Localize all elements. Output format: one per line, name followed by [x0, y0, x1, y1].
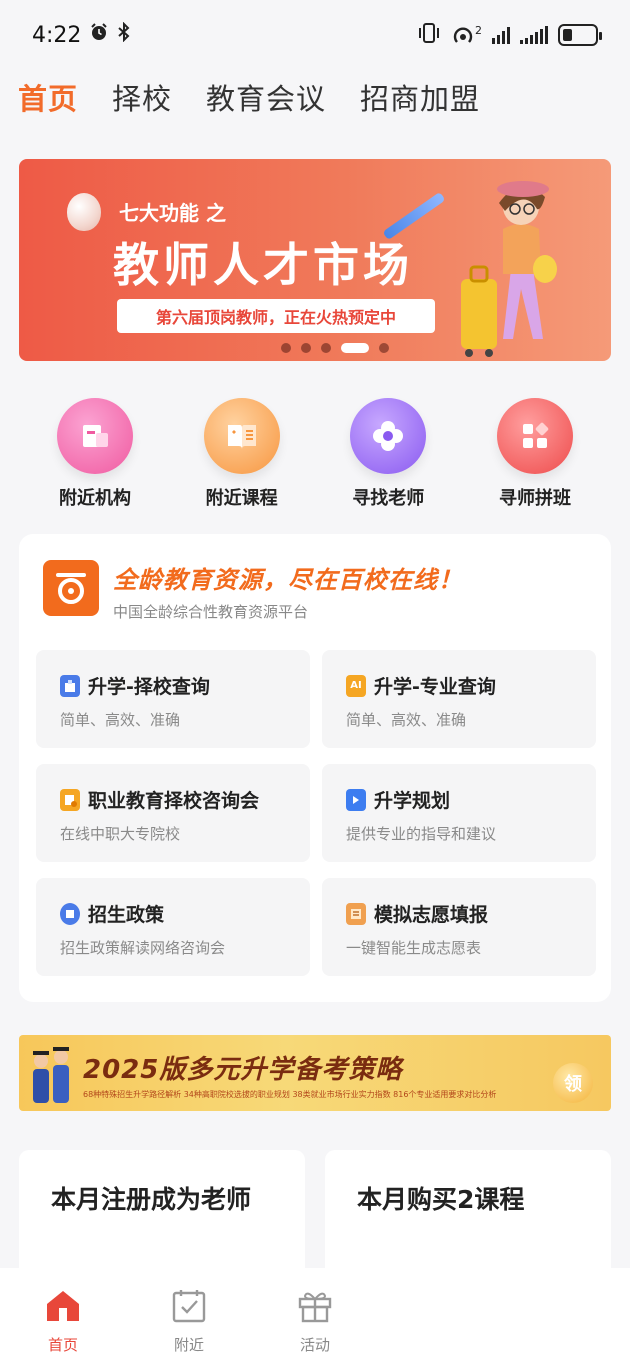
promo-title: 2025版多元升学备考策略 — [83, 1055, 403, 1085]
pencil-icon — [382, 191, 446, 241]
nav-label: 首页 — [47, 1336, 78, 1354]
feature-sub: 简单、高效、准确 — [346, 711, 467, 729]
carousel-dot[interactable] — [379, 343, 389, 353]
nav-activities[interactable]: 活动 — [252, 1268, 378, 1360]
tab-home[interactable]: 首页 — [18, 76, 78, 118]
promo-details: 68种特殊招生升学路径解析 34种高职院校选拔的职业规划 38类就业市场行业实力… — [83, 1090, 497, 1099]
home-icon — [43, 1288, 83, 1328]
vibrate-icon — [417, 22, 441, 48]
feature-policy[interactable]: 招生政策 招生政策解读网络咨询会 — [36, 878, 310, 976]
battery-icon — [558, 24, 602, 46]
feature-sub: 在线中职大专院校 — [60, 825, 181, 843]
quick-nearby-courses[interactable]: 附近课程 — [177, 398, 307, 510]
quick-label: 附近课程 — [205, 488, 278, 509]
carousel-dot[interactable] — [281, 343, 291, 353]
school-building-icon — [60, 674, 80, 697]
feature-sub: 招生政策解读网络咨询会 — [60, 939, 226, 957]
feature-grid: 升学-择校查询 简单、高效、准确 AI 升学-专业查询 简单、高效、准确 职业教育… — [36, 650, 596, 976]
quick-label: 附近机构 — [59, 488, 131, 509]
feature-sub: 一键智能生成志愿表 — [346, 939, 482, 957]
top-tabs: 首页 择校 教育会议 招商加盟 — [18, 76, 480, 118]
carousel-dot[interactable] — [321, 343, 331, 353]
feature-mock-application[interactable]: 模拟志愿填报 一键智能生成志愿表 — [322, 878, 596, 976]
ai-major-icon: AI — [346, 674, 366, 697]
policy-icon — [60, 902, 80, 925]
feature-sub: 简单、高效、准确 — [60, 711, 181, 729]
card-subtitle: 中国全龄综合性教育资源平台 — [113, 603, 309, 621]
tab-edu-conference[interactable]: 教育会议 — [206, 76, 326, 118]
feature-title: 升学-择校查询 — [88, 676, 210, 698]
resource-card: 全龄教育资源，尽在百校在线！ 中国全龄综合性教育资源平台 升学-择校查询 简单、… — [19, 534, 611, 1002]
banner-subtitle: 七大功能 之 — [119, 201, 226, 225]
carousel-dots — [19, 343, 611, 353]
clock-time: 4:22 — [32, 22, 82, 48]
signal-icon — [492, 26, 510, 44]
hotspot-icon: 2 — [451, 24, 482, 46]
feature-title: 职业教育择校咨询会 — [88, 790, 260, 812]
flower-icon — [350, 398, 427, 474]
status-right: 2 — [417, 22, 602, 48]
nearby-check-icon — [171, 1288, 207, 1328]
quick-label: 寻师拼班 — [498, 488, 571, 509]
feature-sub: 提供专业的指导和建议 — [346, 825, 497, 843]
feature-title: 招生政策 — [88, 904, 165, 926]
quick-nearby-institutions[interactable]: 附近机构 — [30, 398, 160, 510]
card-slogan: 全龄教育资源，尽在百校在线！ — [113, 566, 463, 594]
nav-label: 活动 — [299, 1336, 330, 1354]
feature-major-query[interactable]: AI 升学-专业查询 简单、高效、准确 — [322, 650, 596, 748]
bluetooth-icon — [117, 21, 131, 48]
quick-find-teacher[interactable]: 寻找老师 — [323, 398, 453, 510]
signal-icon-2 — [520, 26, 548, 44]
nav-nearby[interactable]: 附近 — [126, 1268, 252, 1360]
status-bar: 4:22 2 — [0, 0, 630, 70]
feature-planning[interactable]: 升学规划 提供专业的指导和建议 — [322, 764, 596, 862]
bottom-nav: 首页 附近 活动 — [0, 1268, 630, 1360]
brand-logo-icon — [43, 560, 99, 616]
feature-school-query[interactable]: 升学-择校查询 简单、高效、准确 — [36, 650, 310, 748]
teacher-illustration — [461, 181, 557, 357]
card-header: 全龄教育资源，尽在百校在线！ 中国全龄综合性教育资源平台 — [43, 560, 463, 622]
form-scroll-icon — [346, 902, 366, 925]
tab-choose-school[interactable]: 择校 — [112, 76, 172, 118]
balloon-icon — [67, 193, 101, 231]
quick-actions: 附近机构 附近课程 寻找老师 寻师拼班 — [30, 398, 600, 510]
course-book-icon — [203, 398, 280, 474]
bcard-title: 本月购买2课程 — [357, 1185, 525, 1214]
carousel-dot[interactable] — [301, 343, 311, 353]
consult-icon — [60, 788, 80, 811]
graduates-illustration — [33, 1047, 69, 1103]
planning-icon — [346, 788, 366, 811]
status-left: 4:22 — [32, 21, 131, 48]
network-sup: 2 — [475, 24, 482, 37]
feature-title: 升学规划 — [374, 790, 451, 812]
alarm-icon — [89, 22, 109, 48]
bcard-title: 本月注册成为老师 — [51, 1185, 252, 1214]
nav-label: 附近 — [173, 1336, 204, 1354]
promo-banner[interactable]: 2025版多元升学备考策略 68种特殊招生升学路径解析 34种高职院校选拔的职业… — [19, 1035, 611, 1111]
institution-icon — [57, 398, 133, 474]
feature-title: 模拟志愿填报 — [374, 904, 489, 926]
quick-group-class[interactable]: 寻师拼班 — [470, 398, 600, 510]
claim-coupon-button[interactable]: 领 — [553, 1063, 593, 1103]
grid-apps-icon — [496, 398, 573, 474]
feature-vocational-consult[interactable]: 职业教育择校咨询会 在线中职大专院校 — [36, 764, 310, 862]
tab-franchise[interactable]: 招商加盟 — [360, 76, 480, 118]
banner-pill: 第六届顶岗教师，正在火热预定中 — [117, 299, 435, 333]
gift-icon — [297, 1288, 333, 1328]
carousel-dot-active[interactable] — [341, 343, 369, 353]
banner-title: 教师人才市场 — [113, 238, 413, 292]
nav-home[interactable]: 首页 — [0, 1268, 126, 1360]
hero-banner[interactable]: 七大功能 之 教师人才市场 第六届顶岗教师，正在火热预定中 — [19, 159, 611, 361]
feature-title: 升学-专业查询 — [374, 676, 496, 698]
quick-label: 寻找老师 — [352, 488, 425, 509]
